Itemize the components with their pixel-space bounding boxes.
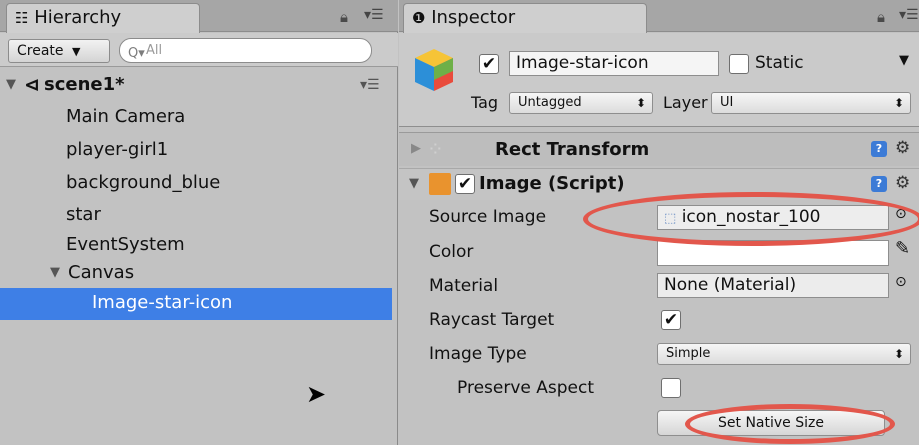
list-item[interactable]: player-girl1: [0, 135, 392, 166]
hierarchy-panel: ☷ Hierarchy 🔒︎ ▾☰ Create ▼ Q▾ All ▼ ⊲ sc…: [0, 0, 398, 445]
rect-transform-header[interactable]: ▶ ⁘ Rect Transform ? ⚙: [399, 132, 919, 166]
lock-icon[interactable]: 🔒︎: [340, 8, 348, 26]
panel-menu-icon[interactable]: ▾☰: [364, 7, 384, 23]
gameobject-cube-icon: [415, 49, 453, 91]
image-type-label: Image Type: [429, 344, 527, 364]
search-placeholder: All: [146, 43, 163, 58]
layer-label: Layer: [663, 93, 708, 112]
image-enabled-checkbox[interactable]: ✔: [455, 174, 475, 194]
panel-menu-icon[interactable]: ▾☰: [899, 7, 919, 23]
layer-value: UI: [720, 95, 734, 110]
list-item-selected[interactable]: Image-star-icon: [0, 288, 392, 320]
search-icon: Q▾: [128, 46, 145, 61]
scene-row[interactable]: ▼ ⊲ scene1* ▾☰: [0, 68, 392, 102]
updown-arrow-icon: ⬍: [893, 96, 904, 110]
search-input[interactable]: Q▾ All: [119, 38, 372, 63]
item-label: star: [66, 204, 101, 225]
dropdown-arrow-icon: ▼: [71, 45, 81, 58]
material-field[interactable]: None (Material): [657, 273, 889, 298]
static-checkbox[interactable]: [729, 54, 749, 74]
object-picker-icon[interactable]: ⊙: [895, 274, 907, 290]
help-icon[interactable]: ?: [871, 176, 887, 192]
highlight-oval-native-size: [685, 404, 895, 444]
lock-icon[interactable]: 🔒︎: [877, 8, 885, 26]
active-checkbox[interactable]: ✔: [479, 54, 499, 74]
hierarchy-tab-label: Hierarchy: [34, 7, 122, 28]
tag-value: Untagged: [518, 95, 582, 110]
item-label: Canvas: [68, 262, 135, 283]
preserve-aspect-checkbox[interactable]: [661, 378, 681, 398]
item-label: background_blue: [66, 172, 221, 193]
image-component-icon: [429, 173, 451, 195]
expand-arrow-icon: ▼: [409, 176, 419, 191]
scene-name: scene1*: [44, 74, 125, 95]
image-component-title: Image (Script): [479, 173, 625, 194]
gameobject-header: ✔ Image-star-icon Static ▼ Tag Untagged …: [399, 33, 919, 127]
item-label: player-girl1: [66, 139, 169, 160]
raycast-label: Raycast Target: [429, 310, 555, 330]
hierarchy-tabbar: ☷ Hierarchy 🔒︎ ▾☰: [0, 0, 398, 33]
list-item[interactable]: star: [0, 200, 392, 231]
item-label: Main Camera: [66, 106, 186, 127]
source-image-label: Source Image: [429, 207, 547, 227]
updown-arrow-icon: ⬍: [893, 347, 904, 361]
tab-inspector[interactable]: ❶ Inspector: [403, 3, 647, 33]
image-type-dropdown[interactable]: Simple ⬍: [657, 343, 911, 365]
preserve-aspect-label: Preserve Aspect: [457, 378, 595, 398]
item-label: EventSystem: [66, 234, 185, 255]
inspector-panel: ❶ Inspector 🔒︎ ▾☰ ✔ Image-star-icon Stat…: [399, 0, 919, 445]
inspector-tabbar: ❶ Inspector 🔒︎ ▾☰: [399, 0, 919, 33]
object-name-value: Image-star-icon: [516, 53, 649, 73]
tab-hierarchy[interactable]: ☷ Hierarchy: [6, 3, 200, 33]
object-name-field[interactable]: Image-star-icon: [509, 51, 719, 76]
layer-dropdown[interactable]: UI ⬍: [711, 92, 911, 114]
mouse-cursor-icon: ➤: [306, 380, 327, 408]
rect-transform-title: Rect Transform: [495, 139, 650, 160]
scene-menu-icon[interactable]: ▾☰: [360, 68, 380, 102]
raycast-checkbox[interactable]: ✔: [661, 310, 681, 330]
list-item-canvas[interactable]: ▼ Canvas: [0, 258, 392, 289]
material-value: None (Material): [664, 275, 797, 295]
highlight-oval-source-image: [583, 192, 919, 246]
info-icon: ❶: [412, 9, 426, 27]
expand-arrow-icon: ▼: [6, 77, 16, 92]
collapsed-arrow-icon: ▶: [411, 141, 421, 156]
inspector-tab-label: Inspector: [431, 7, 516, 28]
unity-scene-icon: ⊲: [24, 74, 40, 96]
expand-arrow-icon: ▼: [50, 265, 60, 280]
list-item[interactable]: Main Camera: [0, 102, 392, 133]
updown-arrow-icon: ⬍: [635, 96, 646, 110]
gear-icon[interactable]: ⚙: [895, 173, 910, 193]
hierarchy-toolbar: Create ▼ Q▾ All: [0, 33, 398, 67]
gear-icon[interactable]: ⚙: [895, 138, 910, 158]
static-dropdown-icon[interactable]: ▼: [899, 53, 909, 68]
list-item[interactable]: EventSystem: [0, 230, 392, 261]
material-label: Material: [429, 276, 499, 296]
create-button-label: Create: [17, 43, 64, 59]
static-label: Static: [755, 53, 804, 73]
rect-transform-icon: ⁘: [427, 137, 444, 161]
tag-dropdown[interactable]: Untagged ⬍: [509, 92, 653, 114]
image-type-value: Simple: [666, 346, 711, 361]
list-icon: ☷: [15, 9, 29, 27]
list-item[interactable]: background_blue: [0, 168, 392, 199]
create-button[interactable]: Create ▼: [8, 39, 110, 63]
tag-label: Tag: [471, 93, 499, 112]
eyedropper-icon[interactable]: ✎: [895, 238, 910, 259]
help-icon[interactable]: ?: [871, 141, 887, 157]
color-label: Color: [429, 242, 474, 262]
item-label: Image-star-icon: [92, 292, 233, 313]
